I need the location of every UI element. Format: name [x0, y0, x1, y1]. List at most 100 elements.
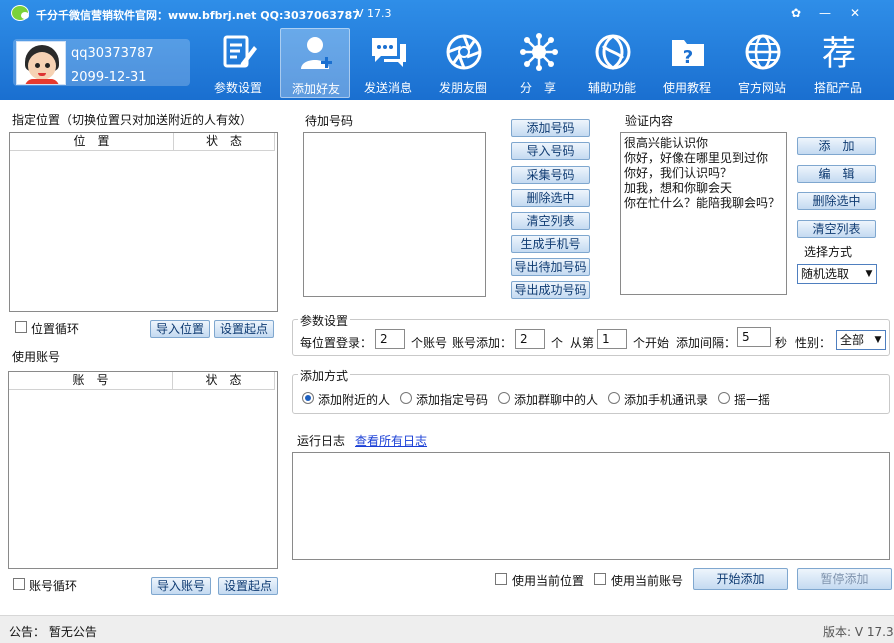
globe-icon — [745, 34, 781, 70]
collect-number-button[interactable]: 采集号码 — [511, 166, 590, 184]
notice-text: 公告： 暂无公告 — [9, 625, 97, 639]
clear-number-list-button[interactable]: 清空列表 — [511, 212, 590, 230]
delete-selected-number-button[interactable]: 删除选中 — [511, 189, 590, 207]
log-section-title: 运行日志 — [297, 434, 346, 448]
document-edit-icon — [223, 35, 257, 68]
skin-icon[interactable]: ✿ — [786, 4, 806, 22]
use-current-location-label: 使用当前位置 — [512, 574, 585, 588]
interval-input[interactable]: 5 — [737, 327, 771, 347]
avatar — [16, 41, 66, 85]
nav-label: 分 享 — [519, 81, 556, 95]
generate-phone-number-button[interactable]: 生成手机号 — [511, 235, 590, 253]
tutorial-folder-icon: ? — [672, 40, 704, 68]
verify-line[interactable]: 加我，想和你聊会天 — [624, 181, 786, 196]
nav-helper-functions[interactable]: 辅助功能 — [577, 28, 647, 98]
verify-line[interactable]: 很高兴能认识你 — [624, 136, 786, 151]
per-account-input[interactable]: 2 — [515, 329, 545, 349]
account-loop-checkbox[interactable] — [13, 578, 25, 590]
svg-text:荐: 荐 — [822, 34, 856, 72]
verify-content-list[interactable]: 很高兴能认识你 你好，好像在哪里见到过你 你好，我们认识吗？ 加我，想和你聊会天… — [620, 132, 787, 295]
nav-share[interactable]: 分 享 — [503, 28, 573, 98]
minimize-button[interactable]: — — [815, 4, 835, 22]
close-button[interactable]: ✕ — [845, 4, 865, 22]
pause-adding-button[interactable]: 暂停添加 — [797, 568, 892, 590]
accounts-list[interactable]: 账 号 状 态 — [8, 371, 278, 569]
method-radio-shake[interactable] — [718, 392, 730, 404]
accounts-unit-label: 个账号 — [411, 336, 448, 350]
start-adding-button[interactable]: 开始添加 — [693, 568, 788, 590]
per-location-label: 每位置登录： — [300, 336, 373, 350]
account-col-header: 账 号 — [9, 372, 173, 390]
title-version: V 17.3 — [356, 7, 392, 20]
helper-swirl-icon — [595, 34, 631, 70]
nav-send-message[interactable]: 发送消息 — [353, 28, 423, 98]
import-number-button[interactable]: 导入号码 — [511, 142, 590, 160]
use-current-account-label: 使用当前账号 — [611, 574, 684, 588]
verify-line[interactable]: 你好，我们认识吗？ — [624, 166, 786, 181]
header-bar: 千分千微信营销软件官网：www.bfbrj.net QQ:3037063787 … — [0, 0, 894, 100]
gender-dropdown[interactable]: 全部 ▼ — [836, 330, 886, 350]
per-account-label: 账号添加： — [452, 336, 513, 350]
add-verify-button[interactable]: 添 加 — [797, 137, 876, 155]
location-col-header: 位 置 — [10, 133, 174, 151]
nav-moments[interactable]: 发朋友圈 — [428, 28, 498, 98]
nav-label: 添加好友 — [291, 82, 340, 96]
nav-tutorial[interactable]: ? 使用教程 — [652, 28, 722, 98]
gender-value: 全部 — [840, 333, 865, 347]
svg-text:?: ? — [683, 47, 693, 68]
method-option-label: 添加手机通讯录 — [624, 393, 709, 407]
nav-official-site[interactable]: 官方网站 — [727, 28, 797, 98]
verify-line[interactable]: 你在忙什么？能陪我聊会吗？ — [624, 196, 786, 211]
import-account-button[interactable]: 导入账号 — [151, 577, 211, 595]
location-loop-checkbox[interactable] — [15, 321, 27, 333]
chat-bubbles-icon — [372, 38, 406, 67]
count-unit-label: 个 — [551, 336, 564, 350]
gender-label: 性别： — [795, 336, 832, 350]
status-bar: 公告： 暂无公告 版本: V 17.3 — [0, 615, 894, 643]
nav-bundled-products[interactable]: 荐 搭配产品 — [803, 28, 873, 98]
location-list[interactable]: 位 置 状 态 — [9, 132, 278, 312]
nav-label: 发送消息 — [363, 81, 412, 95]
method-radio-contacts[interactable] — [608, 392, 620, 404]
location-status-col-header: 状 态 — [174, 133, 275, 151]
status-version: 版本: V 17.3 — [823, 625, 894, 639]
nav-label: 搭配产品 — [813, 81, 862, 95]
use-current-account-checkbox[interactable] — [594, 573, 606, 585]
method-radio-nearby[interactable] — [302, 392, 314, 404]
title-bar: 千分千微信营销软件官网：www.bfbrj.net QQ:3037063787 … — [0, 0, 894, 28]
window-title: 千分千微信营销软件官网：www.bfbrj.net QQ:3037063787 — [36, 9, 360, 22]
account-status-col-header: 状 态 — [173, 372, 275, 390]
add-number-button[interactable]: 添加号码 — [511, 119, 590, 137]
chevron-down-icon: ▼ — [874, 335, 882, 345]
nav-label: 使用教程 — [662, 81, 711, 95]
method-radio-group-chat[interactable] — [498, 392, 510, 404]
view-all-logs-link[interactable]: 查看所有日志 — [355, 432, 427, 449]
location-set-start-button[interactable]: 设置起点 — [214, 320, 274, 338]
per-location-input[interactable]: 2 — [375, 329, 405, 349]
account-set-start-button[interactable]: 设置起点 — [218, 577, 278, 595]
verify-line[interactable]: 你好，好像在哪里见到过你 — [624, 151, 786, 166]
nav-params-settings[interactable]: 参数设置 — [203, 28, 273, 98]
pending-section-title: 待加号码 — [305, 114, 354, 128]
method-radio-specified[interactable] — [400, 392, 412, 404]
export-success-button[interactable]: 导出成功号码 — [511, 281, 590, 299]
method-option-label: 添加指定号码 — [416, 393, 489, 407]
pending-numbers-list[interactable] — [303, 132, 486, 297]
nav-label: 辅助功能 — [587, 81, 636, 95]
use-current-location-checkbox[interactable] — [495, 573, 507, 585]
edit-verify-button[interactable]: 编 辑 — [797, 165, 876, 183]
user-profile-card: qq30373787 2099-12-31 — [13, 39, 190, 86]
params-group-title: 参数设置 — [298, 312, 351, 329]
selection-mode-dropdown[interactable]: 随机选取 ▼ — [797, 264, 877, 284]
nav-add-friends[interactable]: 添加好友 — [280, 28, 350, 98]
selection-mode-value: 随机选取 — [801, 267, 850, 281]
delete-selected-verify-button[interactable]: 删除选中 — [797, 192, 876, 210]
profile-username: qq30373787 — [71, 46, 154, 61]
account-loop-label: 账号循环 — [29, 579, 78, 593]
clear-verify-list-button[interactable]: 清空列表 — [797, 220, 876, 238]
import-location-button[interactable]: 导入位置 — [150, 320, 210, 338]
run-log-box[interactable] — [292, 452, 890, 560]
location-section-title: 指定位置（切换位置只对加送附近的人有效） — [12, 113, 253, 127]
start-index-input[interactable]: 1 — [597, 329, 627, 349]
export-pending-button[interactable]: 导出待加号码 — [511, 258, 590, 276]
